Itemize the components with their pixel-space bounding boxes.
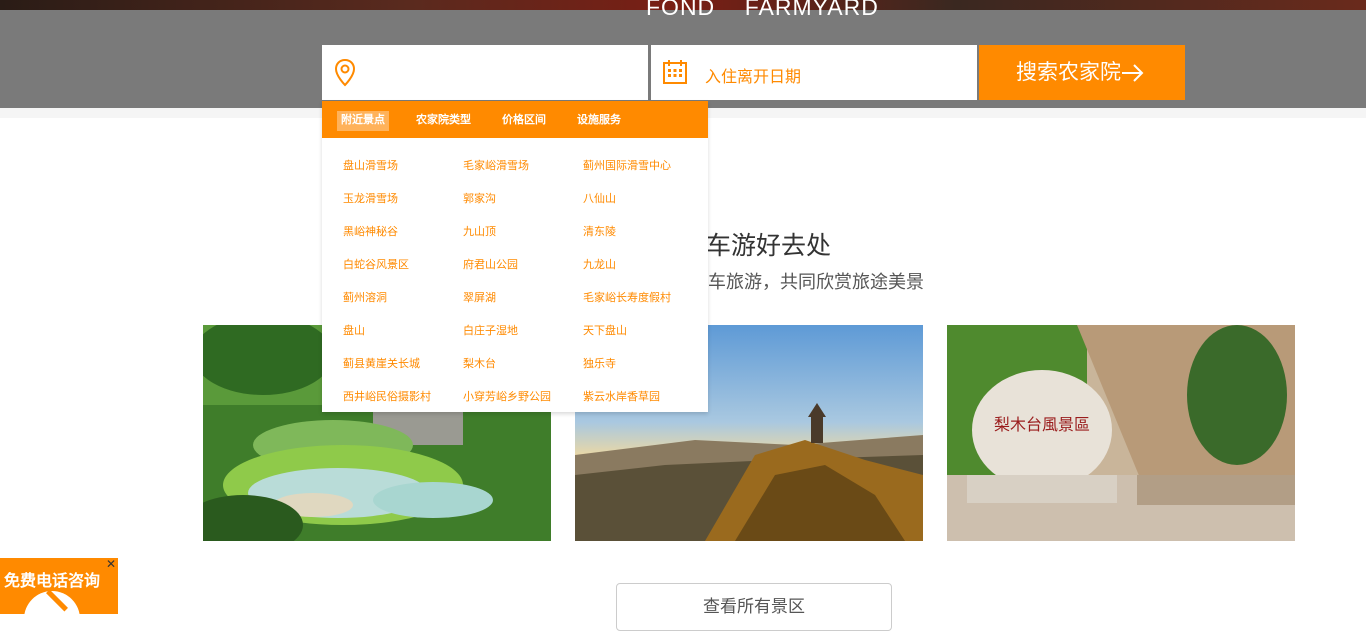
dropdown-attraction-item[interactable]: 郭家沟: [463, 190, 496, 206]
dropdown-attraction-item[interactable]: 西井峪民俗摄影村: [343, 388, 431, 404]
dropdown-attraction-item[interactable]: 府君山公园: [463, 256, 518, 272]
dropdown-attraction-item[interactable]: 盘山: [343, 322, 365, 338]
dropdown-attraction-item[interactable]: 盘山滑雪场: [343, 157, 398, 173]
stone-inscription: 梨木台風景區: [994, 415, 1090, 434]
hero-title: FOND FARMYARD: [646, 0, 879, 20]
search-button-label: 搜索农家院: [1016, 60, 1121, 84]
dropdown-attraction-item[interactable]: 白庄子湿地: [463, 322, 518, 338]
dropdown-attraction-item[interactable]: 小穿芳峪乡野公园: [463, 388, 551, 404]
calendar-icon: [663, 60, 687, 84]
view-all-button[interactable]: 查看所有景区: [616, 583, 892, 631]
phone-consult-widget[interactable]: 免费电话咨询 ✕: [0, 558, 118, 614]
phone-consult-label: 免费电话咨询: [4, 571, 101, 590]
search-button[interactable]: 搜索农家院: [979, 45, 1185, 100]
dropdown-attraction-item[interactable]: 清东陵: [583, 223, 616, 239]
dropdown-attraction-item[interactable]: 毛家峪长寿度假村: [583, 289, 671, 305]
dropdown-attraction-item[interactable]: 玉龙滑雪场: [343, 190, 398, 206]
dropdown-attraction-item[interactable]: 毛家峪滑雪场: [463, 157, 529, 173]
dropdown-attraction-item[interactable]: 天下盘山: [583, 322, 627, 338]
dropdown-attraction-item[interactable]: 独乐寺: [583, 355, 616, 371]
dropdown-attraction-item[interactable]: 蓟州溶洞: [343, 289, 387, 305]
dropdown-attraction-item[interactable]: 蓟县黄崖关长城: [343, 355, 420, 371]
limuta-stone-photo[interactable]: 梨木台風景區: [947, 325, 1295, 541]
location-pin-icon: [334, 58, 356, 87]
dropdown-attraction-item[interactable]: 白蛇谷风景区: [343, 256, 409, 272]
tab-nearby-attractions[interactable]: 附近景点: [337, 111, 389, 131]
dropdown-attraction-item[interactable]: 梨木台: [463, 355, 496, 371]
tab-facilities[interactable]: 设施服务: [577, 111, 621, 131]
location-dropdown: 附近景点 农家院类型 价格区间 设施服务 盘山滑雪场 毛家峪滑雪场 蓟州国际滑雪中心…: [322, 101, 708, 412]
dropdown-tab-bar: 附近景点 农家院类型 价格区间 设施服务: [322, 101, 708, 138]
tab-price-range[interactable]: 价格区间: [502, 111, 546, 131]
tab-farmhouse-type[interactable]: 农家院类型: [416, 111, 471, 131]
dropdown-attraction-item[interactable]: 紫云水岸香草园: [583, 388, 660, 404]
close-icon[interactable]: ✕: [106, 558, 116, 571]
section-headline: 车游好去处: [706, 231, 832, 260]
location-input[interactable]: [322, 45, 648, 100]
arrow-right-icon: [1122, 64, 1144, 82]
section-subline: 车旅游，共同欣赏旅途美景: [708, 272, 924, 293]
date-input[interactable]: [651, 45, 977, 100]
dropdown-attraction-item[interactable]: 九山顶: [463, 223, 496, 239]
dropdown-attraction-item[interactable]: 八仙山: [583, 190, 616, 206]
dropdown-attraction-item[interactable]: 九龙山: [583, 256, 616, 272]
dropdown-attraction-item[interactable]: 翠屏湖: [463, 289, 496, 305]
date-placeholder: 入住离开日期: [705, 67, 802, 86]
dropdown-attraction-item[interactable]: 黑峪神秘谷: [343, 223, 398, 239]
dropdown-attraction-item[interactable]: 蓟州国际滑雪中心: [583, 157, 671, 173]
